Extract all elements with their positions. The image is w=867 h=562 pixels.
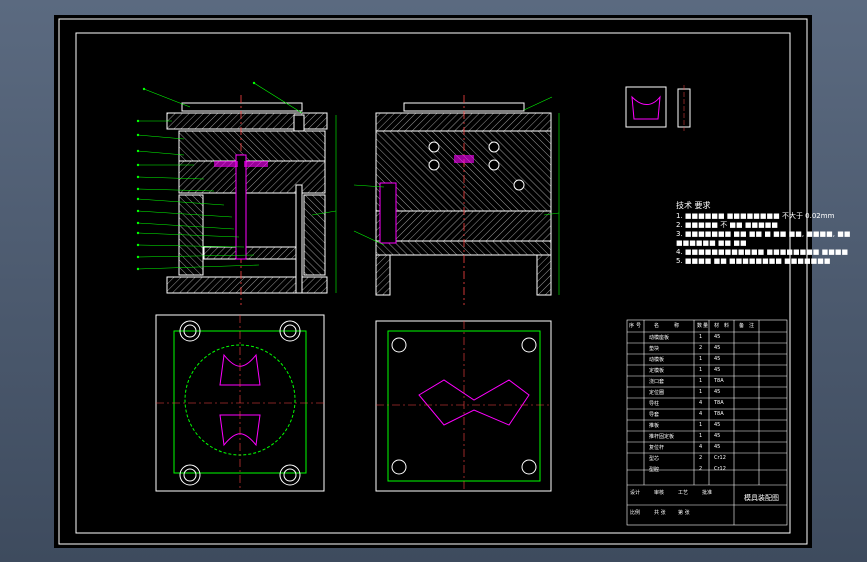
bom-material: T8A [714, 400, 724, 406]
tech-line-6: 5. ■■■■ ■■ ■■■■■■■■ ■■■■■■■ [676, 257, 831, 265]
bom-footer-label: 工艺 [678, 490, 689, 496]
bom-name: 推杆固定板 [649, 434, 675, 440]
bom-name: 推板 [649, 423, 660, 429]
bom-name: 浇口套 [649, 379, 665, 385]
bom-qty: 1 [699, 367, 703, 373]
bom-header-note: 备 [739, 323, 745, 329]
bom-header-no2: 号 [636, 323, 642, 329]
bom-qty: 2 [699, 345, 703, 351]
bom-header-name: 名 [654, 323, 660, 329]
bom-name: 型芯 [649, 456, 660, 462]
bom-footer-label: 批准 [702, 490, 713, 496]
tech-line-1: 1. ■■■■■■ ■■■■■■■■ 不大于 0.02mm [676, 212, 835, 220]
bom-qty: 4 [699, 411, 703, 417]
bom-material: 45 [714, 334, 721, 340]
bom-name: 型腔 [649, 467, 660, 473]
bom-material: 45 [714, 422, 721, 428]
bom-header-qty2: 量 [703, 323, 709, 329]
bom-header-material2: 料 [724, 323, 730, 329]
bom-name: 导柱 [649, 401, 660, 407]
bom-qty: 4 [699, 400, 703, 406]
bom-material: Cr12 [714, 466, 726, 472]
bom-name: 定位圈 [649, 390, 665, 396]
bom-name: 垫块 [649, 346, 660, 352]
bom-footer-label: 设计 [630, 490, 641, 496]
technical-requirements: 技术 要求 1. ■■■■■■ ■■■■■■■■ 不大于 0.02mm 2. ■… [676, 201, 850, 266]
bom-material: 45 [714, 389, 721, 395]
bom-qty: 2 [699, 455, 703, 461]
bom-name: 导套 [649, 412, 660, 418]
tech-line-5: 4. ■■■■■■■■■■■■ ■■■■■■■■ ■■■■ [676, 248, 849, 256]
bom-qty: 1 [699, 378, 703, 384]
bom-material: Cr12 [714, 455, 726, 461]
bom-qty: 1 [699, 422, 703, 428]
side-section-view [353, 95, 560, 305]
moving-half-plan-view [155, 314, 325, 492]
bom-name: 定模板 [649, 368, 665, 374]
bom-material: T8A [714, 411, 724, 417]
front-section-view [136, 81, 337, 305]
bom-name: 复位杆 [649, 445, 665, 451]
bom-name: 动模座板 [649, 335, 670, 341]
part-detail-view [625, 85, 691, 131]
bom-header-qty: 数 [697, 323, 703, 329]
bom-material: 45 [714, 433, 721, 439]
bom-header-note2: 注 [749, 323, 755, 329]
bom-qty: 1 [699, 389, 703, 395]
bom-material: 45 [714, 367, 721, 373]
fixed-half-plan-view [375, 320, 552, 492]
bom-name: 动模板 [649, 357, 665, 363]
bom-header-no: 序 [629, 323, 635, 329]
bom-footer-label: 审核 [654, 490, 665, 496]
tech-line-2: 2. ■■■■■ 不 ■■ ■■■■■ [676, 221, 778, 229]
tech-line-3: 3. ■■■■■■■ ■■ ■■ ■ ■■ ■■, ■■■■, ■■ [676, 230, 851, 238]
bom-header-material: 材 [714, 323, 720, 329]
bom-qty: 2 [699, 466, 703, 472]
tech-line-4: ■■■■■■ ■■ ■■ [676, 239, 747, 247]
bom-qty: 1 [699, 433, 703, 439]
bom-header-name2: 称 [674, 323, 680, 329]
bom-footer-label: 共 张 [654, 510, 666, 516]
bom-qty: 1 [699, 334, 703, 340]
bom-qty: 4 [699, 444, 703, 450]
bom-material: 45 [714, 345, 721, 351]
bom-footer-label: 第 张 [678, 510, 690, 516]
technical-requirements-title: 技术 要求 [676, 201, 711, 210]
bom-material: 45 [714, 356, 721, 362]
bom-qty: 1 [699, 356, 703, 362]
bom-material: 45 [714, 444, 721, 450]
drawing-viewport[interactable]: 技术 要求 1. ■■■■■■ ■■■■■■■■ 不大于 0.02mm 2. ■… [54, 15, 850, 548]
drawing-title: 模具装配图 [744, 494, 779, 502]
bom-footer-label: 比例 [630, 510, 641, 516]
bom-material: T8A [714, 378, 724, 384]
